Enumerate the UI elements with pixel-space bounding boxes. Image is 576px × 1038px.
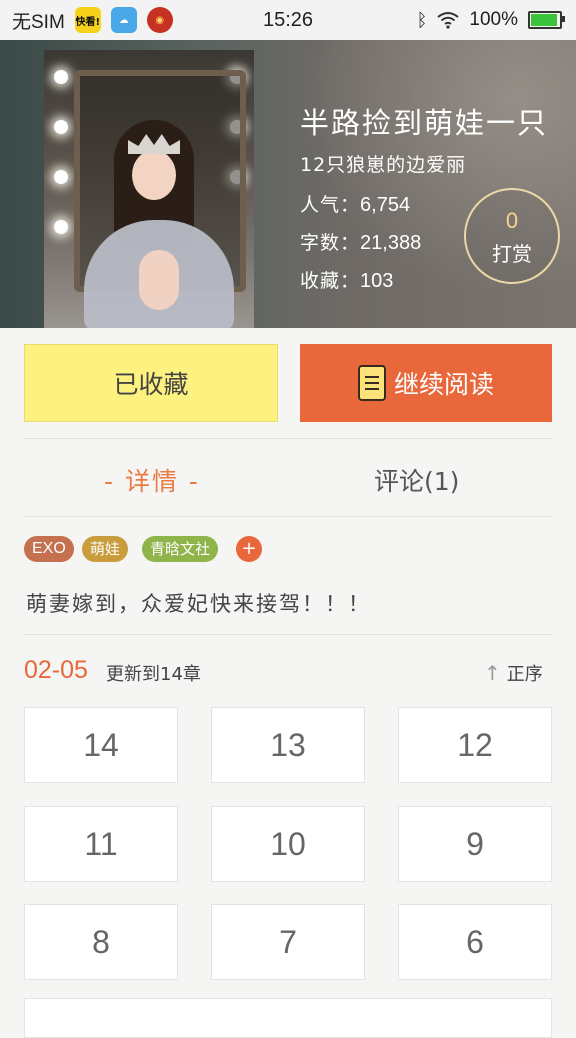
stat-value: 103 — [360, 270, 394, 292]
continue-reading-button[interactable]: 继续阅读 — [300, 344, 552, 422]
wifi-icon — [437, 12, 460, 29]
book-author[interactable]: 12只狼崽的边爱丽 — [300, 150, 466, 177]
chapter-button[interactable]: 13 — [211, 707, 365, 783]
chapter-button[interactable]: 14 — [24, 707, 178, 783]
stat-popularity: 人气：6,754 — [300, 190, 410, 217]
battery-percent: 100% — [469, 9, 518, 30]
divider — [24, 634, 552, 635]
book-icon — [357, 365, 386, 401]
tag-exo[interactable]: EXO — [24, 536, 74, 562]
book-title: 半路捡到萌娃一只 — [300, 106, 549, 140]
chapter-button[interactable]: 9 — [398, 806, 552, 882]
reward-label: 打赏 — [492, 242, 532, 266]
stat-label: 收藏： — [300, 270, 361, 292]
continue-reading-label: 继续阅读 — [393, 370, 494, 399]
favorited-label: 已收藏 — [113, 370, 189, 399]
tab-comments[interactable]: 评论(1) — [374, 462, 459, 498]
chapter-button[interactable]: 7 — [211, 904, 365, 980]
light-bulb — [54, 170, 68, 184]
light-bulb — [54, 220, 68, 234]
add-tag-button[interactable]: + — [236, 536, 262, 562]
battery-icon — [528, 11, 565, 29]
favorited-button[interactable]: 已收藏 — [24, 344, 278, 422]
sort-label: 正序 — [506, 664, 543, 685]
girl-legs — [139, 250, 179, 310]
chapter-button[interactable]: 11 — [24, 806, 178, 882]
tab-details[interactable]: - 详情 - — [104, 462, 200, 498]
reward-button[interactable]: 0 打赏 — [464, 188, 560, 284]
stat-value: 21,388 — [360, 232, 422, 254]
status-bar: 无SIM 快看! ☁ ◉ 15:26 ᛒ 100% — [0, 0, 576, 40]
divider — [24, 516, 552, 517]
status-bar-right: ᛒ 100% — [416, 0, 565, 40]
chapter-button[interactable]: 12 — [398, 707, 552, 783]
tag-qinghan[interactable]: 青晗文社 — [142, 536, 219, 562]
stat-favorites: 收藏：103 — [300, 266, 393, 293]
bluetooth-icon: ᛒ — [416, 9, 428, 30]
stat-label: 字数： — [300, 232, 361, 254]
book-cover-image[interactable] — [44, 50, 254, 328]
stat-value: 6,754 — [360, 194, 411, 216]
sort-order-button[interactable]: ↑ 正序 — [484, 660, 543, 686]
light-bulb — [54, 70, 68, 84]
stat-word-count: 字数：21,388 — [300, 228, 421, 255]
light-bulb — [54, 120, 68, 134]
stat-label: 人气： — [300, 194, 361, 216]
battery-fill — [531, 14, 557, 26]
tag-mengwa[interactable]: 萌娃 — [82, 536, 129, 562]
update-text: 更新到14章 — [106, 664, 201, 685]
chapter-button[interactable]: 6 — [398, 904, 552, 980]
chapter-button[interactable]: 8 — [24, 904, 178, 980]
update-date: 02-05 — [24, 656, 88, 684]
girl-face — [132, 150, 176, 200]
book-intro: 萌妻嫁到，众爱妃快来接驾！！！ — [26, 592, 371, 616]
chapter-button[interactable]: 10 — [211, 806, 365, 882]
reward-count: 0 — [505, 208, 519, 233]
divider — [24, 438, 552, 439]
chapter-button-partial[interactable] — [24, 998, 552, 1038]
book-header: 半路捡到萌娃一只 12只狼崽的边爱丽 人气：6,754 字数：21,388 收藏… — [0, 40, 576, 328]
arrow-up-icon: ↑ — [484, 661, 501, 685]
